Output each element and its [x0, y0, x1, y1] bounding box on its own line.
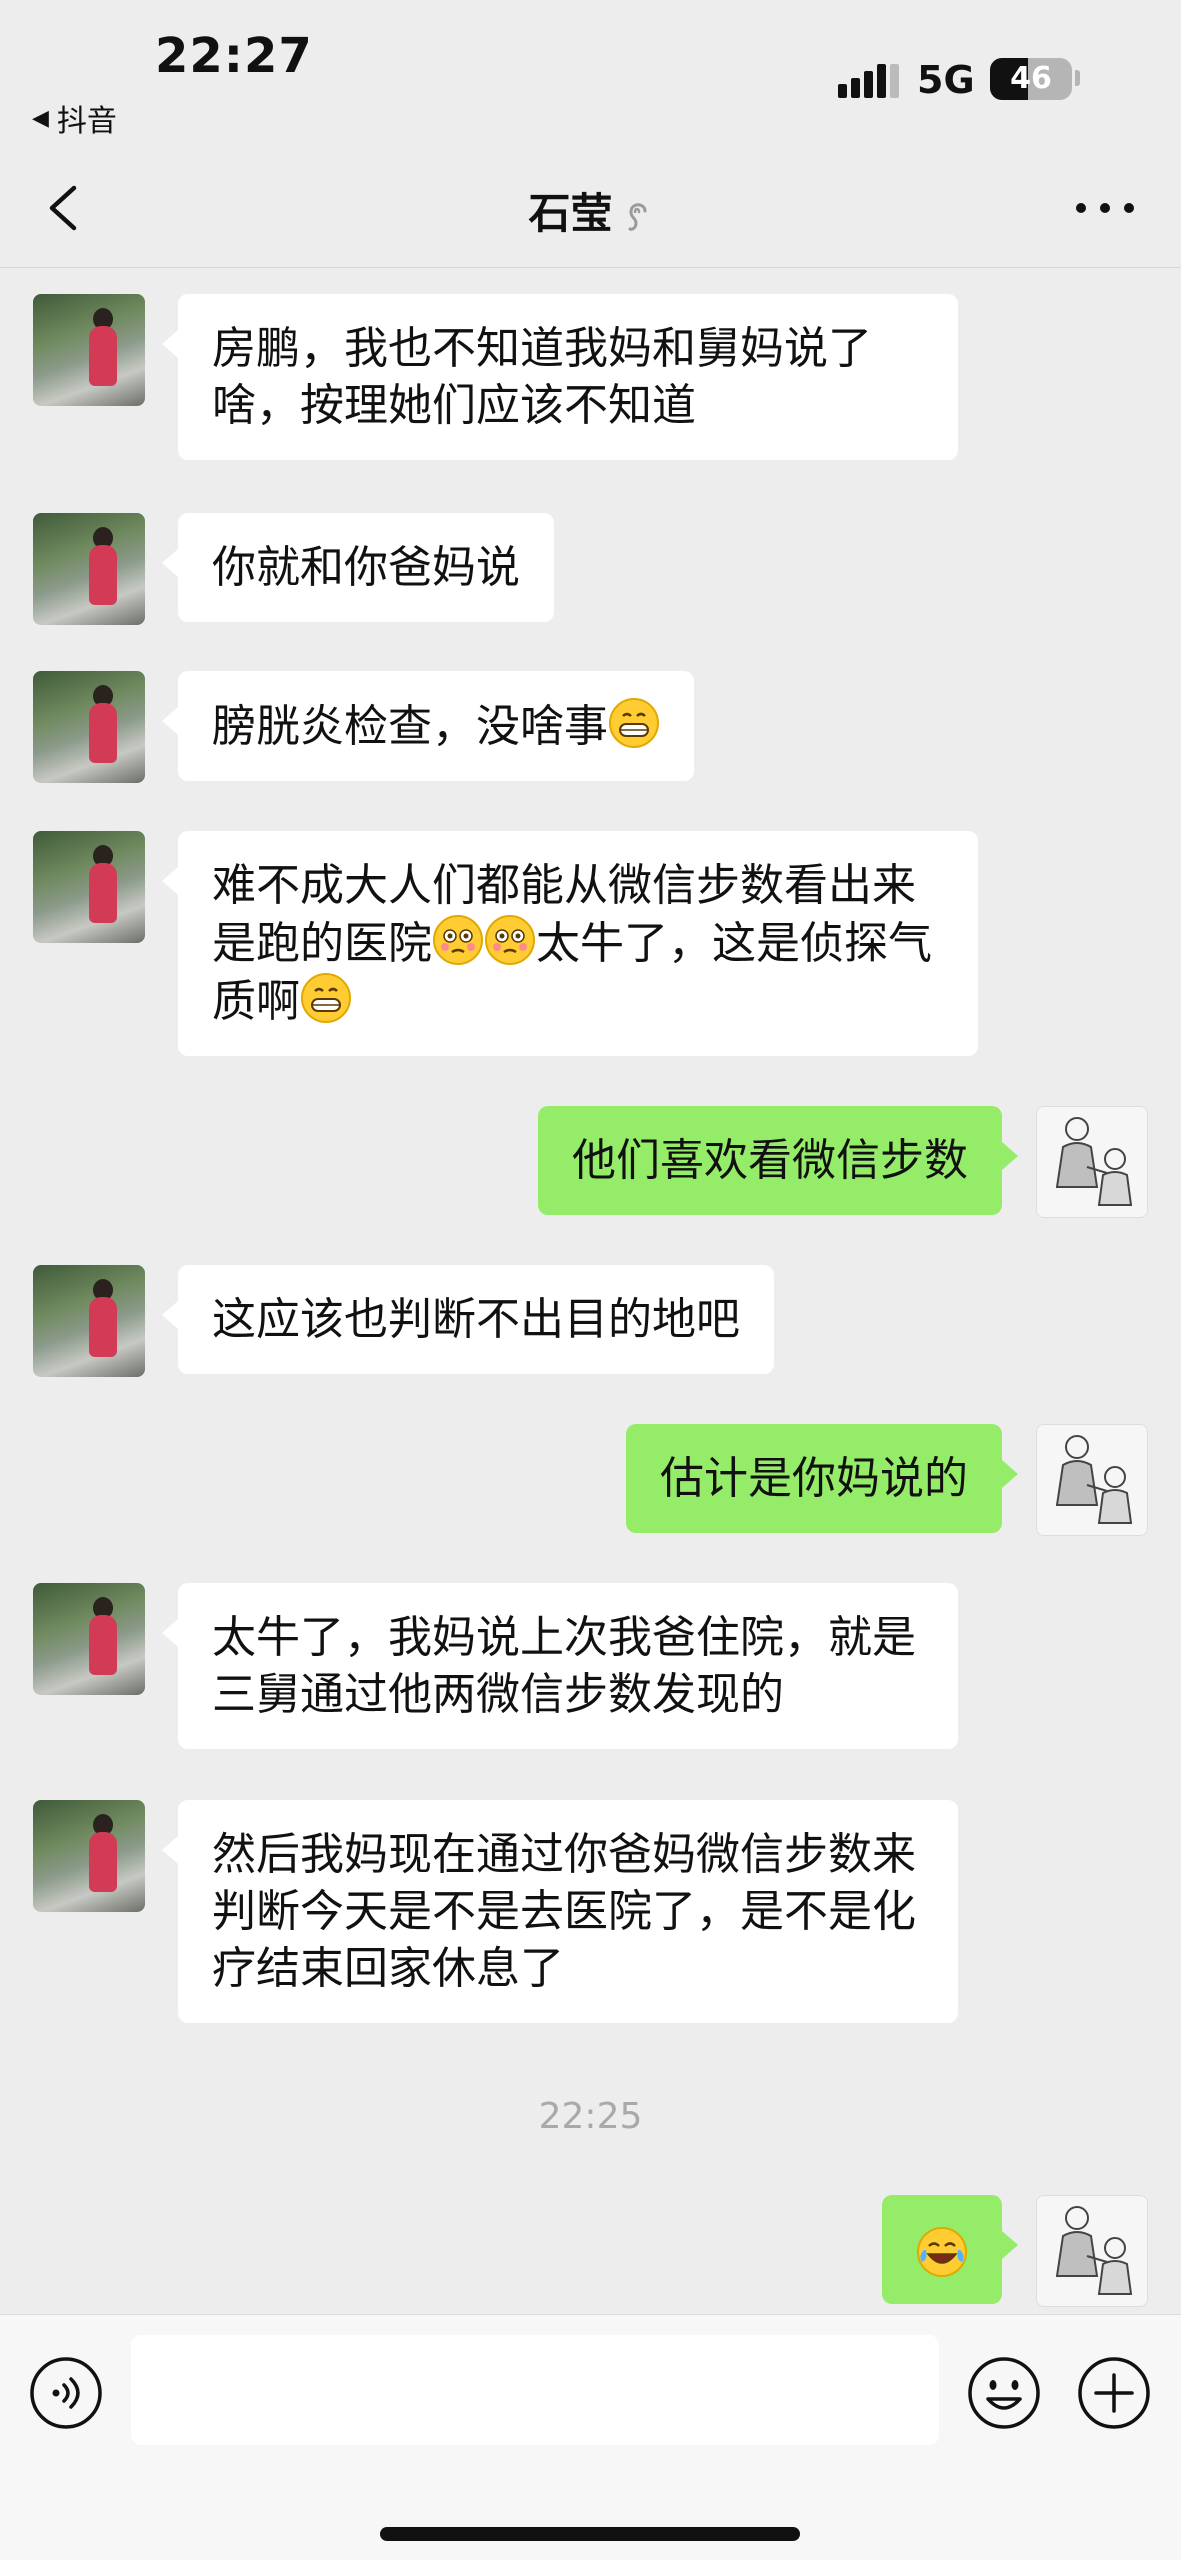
- more-dots-icon[interactable]: [1070, 188, 1140, 228]
- ear-icon: [628, 202, 646, 231]
- message-bubble[interactable]: 他们喜欢看微信步数: [538, 1106, 1018, 1215]
- status-bar: 22:27 ◀ 抖音 5G 46: [0, 0, 1181, 150]
- chat-header: 石莹: [0, 150, 1181, 268]
- flushed-emoji-icon: [485, 915, 535, 965]
- message-bubble[interactable]: 房鹏，我也不知道我妈和舅妈说了啥，按理她们应该不知道: [162, 294, 958, 460]
- message-bubble[interactable]: 这应该也判断不出目的地吧: [162, 1265, 774, 1374]
- signal-icon: [838, 62, 900, 98]
- battery-icon: 46: [990, 58, 1072, 100]
- contact-avatar[interactable]: [33, 294, 145, 406]
- message-input[interactable]: [131, 2335, 939, 2445]
- contact-name: 石莹: [528, 189, 613, 238]
- message-bubble[interactable]: 难不成大人们都能从微信步数看出来是跑的医院 太牛了，这是侦探气质啊: [162, 831, 978, 1056]
- contact-avatar[interactable]: [33, 1265, 145, 1377]
- tears-of-joy-emoji-icon: [917, 2227, 967, 2277]
- message-bubble[interactable]: 你就和你爸妈说: [162, 513, 554, 622]
- message-bubble[interactable]: 膀胱炎检查，没啥事: [162, 671, 694, 781]
- my-avatar[interactable]: [1036, 1424, 1148, 1536]
- message-list[interactable]: 房鹏，我也不知道我妈和舅妈说了啥，按理她们应该不知道 你就和你爸妈说 膀胱炎检查…: [0, 269, 1181, 2314]
- home-indicator[interactable]: [380, 2527, 800, 2541]
- message-bubble[interactable]: 然后我妈现在通过你爸妈微信步数来判断今天是不是去医院了，是不是化疗结束回家休息了: [162, 1800, 958, 2023]
- grin-emoji-icon: [609, 698, 659, 748]
- message-bubble[interactable]: 估计是你妈说的: [626, 1424, 1018, 1533]
- input-bar: [0, 2314, 1181, 2560]
- contact-avatar[interactable]: [33, 831, 145, 943]
- message-text: 膀胱炎检查，没啥事: [212, 701, 608, 752]
- my-avatar[interactable]: [1036, 2195, 1148, 2307]
- battery-cap: [1075, 70, 1080, 86]
- network-label: 5G: [917, 58, 975, 102]
- my-avatar[interactable]: [1036, 1106, 1148, 1218]
- flushed-emoji-icon: [433, 915, 483, 965]
- message-timestamp: 22:25: [538, 2096, 643, 2137]
- contact-avatar[interactable]: [33, 1583, 145, 1695]
- sketch-avatar-icon: [1037, 1425, 1147, 1535]
- battery-level-text: 46: [1010, 61, 1052, 96]
- sketch-avatar-icon: [1037, 1107, 1147, 1217]
- plus-icon[interactable]: [1076, 2355, 1152, 2431]
- status-time: 22:27: [155, 28, 313, 84]
- back-to-app-link[interactable]: ◀ 抖音: [32, 96, 117, 140]
- contact-avatar[interactable]: [33, 671, 145, 783]
- back-app-label: 抖音: [56, 104, 117, 139]
- contact-avatar[interactable]: [33, 513, 145, 625]
- message-bubble[interactable]: 太牛了，我妈说上次我爸住院，就是三舅通过他两微信步数发现的: [162, 1583, 958, 1749]
- sketch-avatar-icon: [1037, 2196, 1147, 2306]
- contact-avatar[interactable]: [33, 1800, 145, 1912]
- smile-icon[interactable]: [966, 2355, 1042, 2431]
- message-bubble[interactable]: [882, 2195, 1018, 2304]
- chat-title: 石莹: [0, 180, 1181, 241]
- grin-emoji-icon: [301, 973, 351, 1023]
- voice-icon[interactable]: [28, 2355, 104, 2431]
- back-triangle-icon: ◀: [32, 105, 49, 131]
